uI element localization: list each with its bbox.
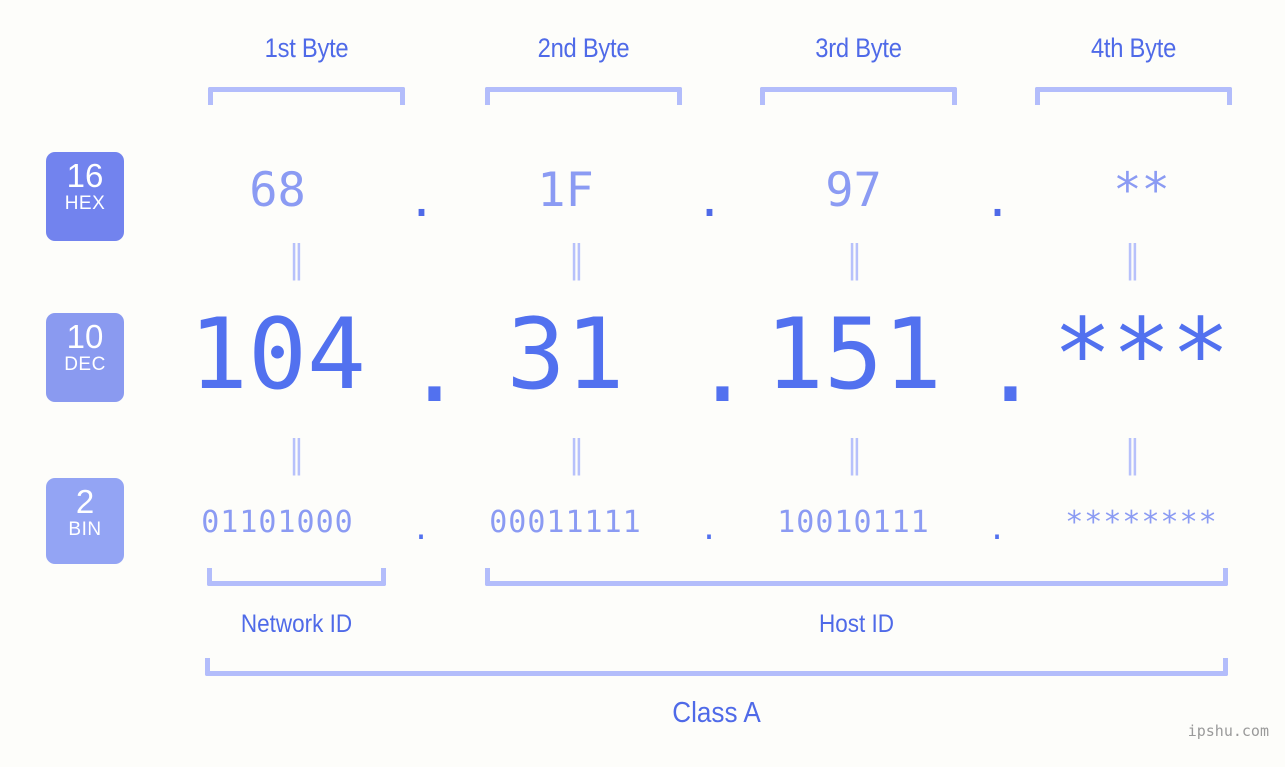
radix-badge-dec-system: DEC [64, 354, 106, 375]
radix-badge-dec: 10 DEC [46, 313, 124, 402]
hex-byte-4: ** [1113, 162, 1170, 218]
dec-value-row: 104 . 31 . 151 . *** [150, 295, 1270, 425]
byte-bracket-1 [208, 87, 405, 105]
bin-value-row: 01101000 . 00011111 . 10010111 . *******… [150, 492, 1270, 552]
dec-separator-1: . [405, 311, 465, 425]
equals-mark-dec-bin-3: ‖ [847, 432, 862, 477]
host-id-bracket [485, 568, 1228, 586]
dec-byte-1: 104 [188, 298, 366, 412]
class-label: Class A [672, 697, 761, 729]
equals-mark-dec-bin-1: ‖ [289, 432, 304, 477]
bin-byte-3: 10010111 [777, 504, 930, 540]
network-id-label: Network ID [240, 610, 353, 638]
network-id-bracket [207, 568, 386, 586]
equals-mark-hex-dec-3: ‖ [847, 237, 862, 282]
host-id-label: Host ID [818, 610, 895, 638]
equals-mark-hex-dec-1: ‖ [289, 237, 304, 282]
dec-separator-3: . [981, 311, 1041, 425]
class-bracket [205, 658, 1228, 676]
ip-address-breakdown-diagram: 1st Byte 2nd Byte 3rd Byte 4th Byte 16 H… [0, 0, 1285, 767]
hex-separator-3: . [983, 172, 1012, 228]
dec-byte-4: *** [1052, 298, 1230, 412]
radix-badge-hex: 16 HEX [46, 152, 124, 241]
byte-header-2: 2nd Byte [537, 33, 630, 63]
bin-separator-2: . [699, 511, 720, 547]
radix-badge-bin: 2 BIN [46, 478, 124, 564]
byte-header-1: 1st Byte [264, 33, 349, 63]
byte-bracket-4 [1035, 87, 1232, 105]
radix-badge-hex-base: 16 [66, 157, 104, 194]
radix-badge-dec-base: 10 [66, 318, 104, 355]
bin-separator-3: . [987, 511, 1008, 547]
hex-byte-1: 68 [249, 162, 306, 218]
hex-value-row: 68 . 1F . 97 . ** [150, 150, 1270, 230]
radix-badge-hex-system: HEX [64, 193, 106, 214]
site-watermark: ipshu.com [1187, 722, 1269, 740]
dec-byte-3: 151 [764, 298, 942, 412]
byte-bracket-3 [760, 87, 957, 105]
radix-badge-bin-system: BIN [68, 519, 102, 540]
hex-separator-2: . [695, 172, 724, 228]
bin-byte-2: 00011111 [489, 504, 642, 540]
equals-mark-hex-dec-2: ‖ [569, 237, 584, 282]
equals-mark-hex-dec-4: ‖ [1125, 237, 1140, 282]
byte-header-4: 4th Byte [1090, 33, 1177, 63]
byte-header-3: 3rd Byte [815, 33, 902, 63]
dec-separator-2: . [693, 311, 753, 425]
bin-byte-4: ******** [1065, 504, 1218, 540]
hex-byte-2: 1F [537, 162, 594, 218]
bin-separator-1: . [411, 511, 432, 547]
byte-bracket-2 [485, 87, 682, 105]
bin-byte-1: 01101000 [201, 504, 354, 540]
equals-mark-dec-bin-4: ‖ [1125, 432, 1140, 477]
equals-mark-dec-bin-2: ‖ [569, 432, 584, 477]
hex-separator-1: . [407, 172, 436, 228]
dec-byte-2: 31 [506, 298, 625, 412]
hex-byte-3: 97 [825, 162, 882, 218]
radix-badge-bin-base: 2 [75, 483, 95, 520]
